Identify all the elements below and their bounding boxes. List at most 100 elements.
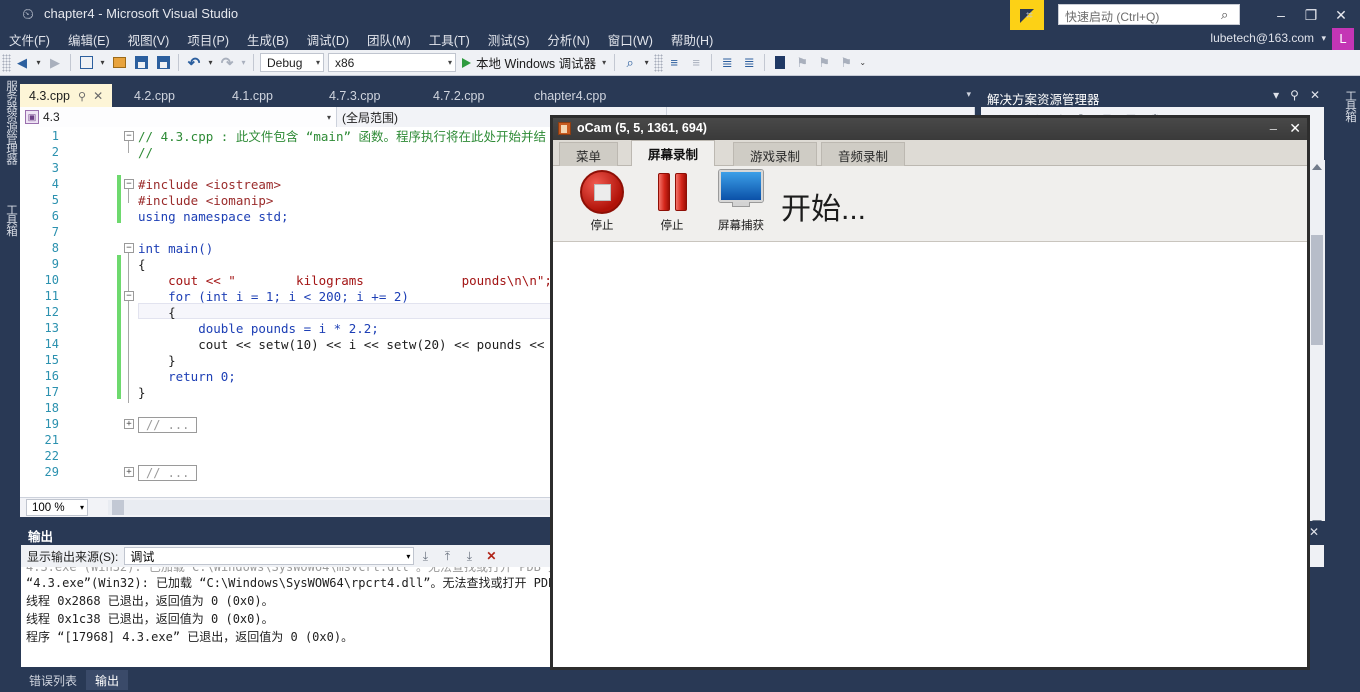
menu-team[interactable]: 团队(M) — [358, 28, 420, 51]
sidebar-item-toolbox-right[interactable]: 工具箱 — [1342, 90, 1358, 122]
ocam-tab-game-record[interactable]: 游戏录制 — [733, 142, 818, 167]
go-to-previous-icon[interactable]: ⤒ — [436, 546, 458, 566]
fold-toggle[interactable]: − — [124, 179, 134, 189]
navigate-forward-icon[interactable]: ▶ — [44, 52, 66, 74]
scrollbar-thumb[interactable] — [112, 500, 124, 515]
open-file-icon[interactable] — [108, 52, 130, 74]
tab-4-7-2-cpp[interactable]: 4.7.2.cpp — [424, 84, 493, 107]
tab-chapter4-cpp[interactable]: chapter4.cpp — [525, 84, 615, 107]
fold-toggle[interactable]: − — [124, 243, 134, 253]
previous-bookmark-icon[interactable]: ⚑ — [791, 52, 813, 74]
menu-help[interactable]: 帮助(H) — [662, 28, 722, 51]
ocam-stop-button[interactable]: 停止 — [571, 170, 633, 238]
ocam-tab-screen-record[interactable]: 屏幕录制 — [631, 140, 716, 167]
pin-icon[interactable]: ⚲ — [1290, 88, 1299, 102]
close-icon[interactable]: ✕ — [1310, 88, 1320, 102]
solution-platform-dropdown[interactable]: x86 ▾ — [328, 53, 456, 72]
go-to-next-icon[interactable]: ⤓ — [458, 546, 480, 566]
bookmark-icon[interactable] — [769, 52, 791, 74]
quick-launch-box[interactable]: 快速启动 (Ctrl+Q) ⌕ — [1058, 4, 1240, 25]
chevron-down-icon[interactable]: ▾ — [1273, 88, 1279, 102]
menu-analyze[interactable]: 分析(N) — [538, 28, 598, 51]
ocam-close-button[interactable]: ✕ — [1289, 120, 1301, 137]
fold-toggle[interactable]: − — [124, 131, 134, 141]
save-all-icon[interactable] — [152, 52, 174, 74]
tab-output[interactable]: 输出 — [86, 670, 129, 690]
output-source-dropdown[interactable]: 调试 ▾ — [124, 547, 415, 565]
scrollbar-thumb[interactable] — [1311, 235, 1323, 345]
menu-build[interactable]: 生成(B) — [238, 28, 298, 51]
redo-caret-icon[interactable]: ▾ — [238, 52, 249, 74]
find-caret-icon[interactable]: ▾ — [641, 52, 652, 74]
avatar[interactable]: L — [1332, 28, 1354, 50]
new-item-caret-icon[interactable]: ▾ — [97, 52, 108, 74]
fold-toggle-collapsed[interactable]: + — [124, 419, 134, 429]
ocam-preview-area[interactable] — [553, 242, 1307, 667]
sidebar-item-server-explorer[interactable]: 服务器资源管理器 — [1, 80, 19, 164]
account-email[interactable]: lubetech@163.com — [1210, 31, 1314, 45]
comment-selection-icon[interactable]: ≡ — [663, 52, 685, 74]
close-icon[interactable]: ✕ — [1309, 525, 1319, 539]
increase-indent-icon[interactable]: ≣ — [716, 52, 738, 74]
redo-icon[interactable]: ↷ — [216, 52, 238, 74]
save-icon[interactable] — [130, 52, 152, 74]
menu-project[interactable]: 项目(P) — [178, 28, 238, 51]
solution-explorer-scrollbar[interactable] — [1309, 160, 1325, 530]
menu-debug[interactable]: 调试(D) — [298, 28, 358, 51]
clear-bookmarks-icon[interactable]: ⚑ — [835, 52, 857, 74]
fold-toggle[interactable]: − — [124, 291, 134, 301]
chevron-down-icon[interactable]: ▾ — [1321, 33, 1326, 44]
clear-output-icon[interactable]: ✕ — [480, 546, 502, 566]
new-item-icon[interactable] — [75, 52, 97, 74]
decrease-indent-icon[interactable]: ≣ — [738, 52, 760, 74]
toolbar-grip[interactable] — [2, 53, 11, 72]
navigate-backward-icon[interactable]: ◀ — [11, 52, 33, 74]
close-icon[interactable]: ✕ — [93, 89, 103, 103]
menu-window[interactable]: 窗口(W) — [599, 28, 662, 51]
find-icon[interactable]: ⌕ — [619, 52, 641, 74]
ocam-screen-capture-button[interactable]: 屏幕捕获 — [710, 170, 772, 238]
navigate-backward-caret-icon[interactable]: ▾ — [33, 52, 44, 74]
maximize-button[interactable]: ❐ — [1296, 1, 1326, 29]
fold-toggle-collapsed[interactable]: + — [124, 467, 134, 477]
collapsed-region[interactable]: // ... — [138, 465, 198, 481]
quick-launch-input[interactable]: 快速启动 (Ctrl+Q) — [1065, 8, 1159, 25]
pin-icon[interactable]: ⚲ — [78, 90, 86, 103]
ocam-pause-button[interactable]: 停止 — [641, 170, 703, 238]
sidebar-item-toolbox[interactable]: 工具箱 — [1, 204, 19, 236]
find-message-icon[interactable]: ⤓ — [414, 546, 436, 566]
undo-icon[interactable]: ↶ — [183, 52, 205, 74]
minimize-button[interactable]: – — [1266, 1, 1296, 29]
project-scope-dropdown[interactable]: ▣ 4.3 ▾ — [20, 107, 337, 127]
tab-4-7-3-cpp[interactable]: 4.7.3.cpp — [320, 84, 389, 107]
ocam-tab-audio-record[interactable]: 音频录制 — [821, 142, 906, 167]
ocam-minimize-button[interactable]: – — [1270, 121, 1277, 136]
send-feedback-icon[interactable]: ⌗ — [1026, 8, 1044, 22]
chevron-down-icon[interactable]: ▾ — [602, 58, 606, 67]
folding-column[interactable]: − − − − + + — [124, 127, 138, 497]
toolbar-overflow-icon[interactable]: ⌄ — [857, 52, 868, 74]
start-debugging-button[interactable]: 本地 Windows 调试器 ▾ — [458, 52, 610, 74]
menu-view[interactable]: 视图(V) — [119, 28, 179, 51]
scroll-up-icon[interactable] — [1312, 164, 1322, 170]
next-bookmark-icon[interactable]: ⚑ — [813, 52, 835, 74]
tab-4-2-cpp[interactable]: 4.2.cpp — [125, 84, 184, 107]
toolbar-grip[interactable] — [654, 53, 664, 72]
ocam-window[interactable]: oCam (5, 5, 1361, 694) – ✕ 菜单 屏幕录制 游戏录制 … — [550, 115, 1310, 670]
undo-caret-icon[interactable]: ▾ — [205, 52, 216, 74]
menu-tools[interactable]: 工具(T) — [420, 28, 479, 51]
collapsed-region[interactable]: // ... — [138, 417, 198, 433]
menu-test[interactable]: 测试(S) — [479, 28, 539, 51]
menu-edit[interactable]: 编辑(E) — [59, 28, 119, 51]
solution-configuration-dropdown[interactable]: Debug ▾ — [260, 53, 324, 72]
ocam-tab-menu[interactable]: 菜单 — [559, 142, 619, 167]
menu-file[interactable]: 文件(F) — [0, 28, 59, 51]
uncomment-selection-icon[interactable]: ≡ — [685, 52, 707, 74]
ocam-title-bar[interactable]: oCam (5, 5, 1361, 694) – ✕ — [553, 118, 1307, 140]
zoom-level-dropdown[interactable]: 100 % ▾ — [26, 499, 88, 516]
tab-4-3-cpp[interactable]: 4.3.cpp ⚲ ✕ — [20, 84, 113, 107]
close-button[interactable]: ✕ — [1326, 1, 1356, 29]
tab-4-1-cpp[interactable]: 4.1.cpp — [223, 84, 282, 107]
tab-error-list[interactable]: 错误列表 — [20, 670, 86, 690]
tab-overflow-icon[interactable]: ▾ — [966, 89, 971, 100]
